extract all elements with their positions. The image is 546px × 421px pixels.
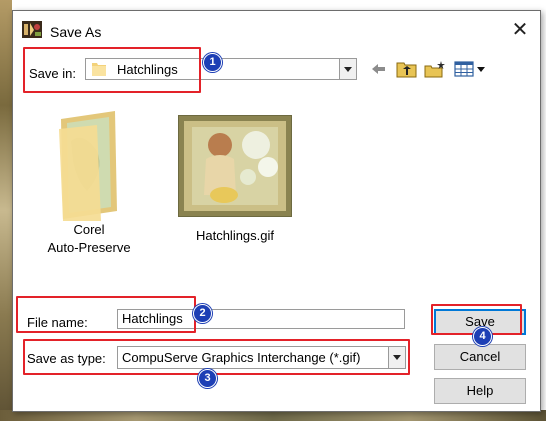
back-arrow-icon[interactable] — [369, 60, 387, 78]
chevron-down-icon[interactable] — [388, 347, 405, 368]
cancel-button[interactable]: Cancel — [434, 344, 526, 370]
file-name-input[interactable] — [117, 309, 405, 329]
window-title: Save As — [50, 24, 102, 40]
save-as-type-dropdown[interactable]: CompuServe Graphics Interchange (*.gif) — [117, 346, 406, 369]
close-icon: ✕ — [511, 19, 529, 41]
app-icon — [22, 21, 42, 38]
save-as-dialog: Save As ✕ Save in: Hatchlings Corel Auto… — [12, 10, 541, 412]
new-folder-icon[interactable] — [424, 60, 446, 78]
save-as-type-label: Save as type: — [27, 351, 106, 366]
save-as-type-value: CompuServe Graphics Interchange (*.gif) — [122, 350, 361, 365]
callout-badge-1: 1 — [203, 53, 222, 72]
image-thumbnail — [178, 115, 292, 217]
file-name-label: File name: — [27, 315, 88, 330]
close-button[interactable]: ✕ — [508, 19, 532, 41]
chevron-down-icon[interactable] — [339, 59, 356, 79]
background-scenery — [0, 0, 12, 421]
file-name: Hatchlings.gif — [195, 228, 275, 243]
file-name: Corel — [73, 222, 105, 237]
title-bar: Save As ✕ — [13, 11, 540, 45]
folder-icon — [92, 63, 106, 76]
list-item-gif[interactable]: Hatchlings.gif — [173, 115, 297, 245]
folder-icon — [59, 111, 117, 221]
help-button[interactable]: Help — [434, 378, 526, 404]
file-list: Corel Auto-Preserve Hatchlings.gif — [27, 95, 527, 285]
file-name-line2: Auto-Preserve — [47, 240, 131, 255]
list-item-folder[interactable]: Corel Auto-Preserve — [43, 111, 135, 257]
callout-badge-2: 2 — [193, 304, 212, 323]
save-in-value: Hatchlings — [117, 62, 178, 77]
callout-badge-3: 3 — [198, 369, 217, 388]
up-folder-icon[interactable] — [396, 60, 418, 78]
callout-badge-4: 4 — [473, 327, 492, 346]
view-menu-icon[interactable] — [454, 60, 490, 78]
save-in-label: Save in: — [29, 66, 76, 81]
